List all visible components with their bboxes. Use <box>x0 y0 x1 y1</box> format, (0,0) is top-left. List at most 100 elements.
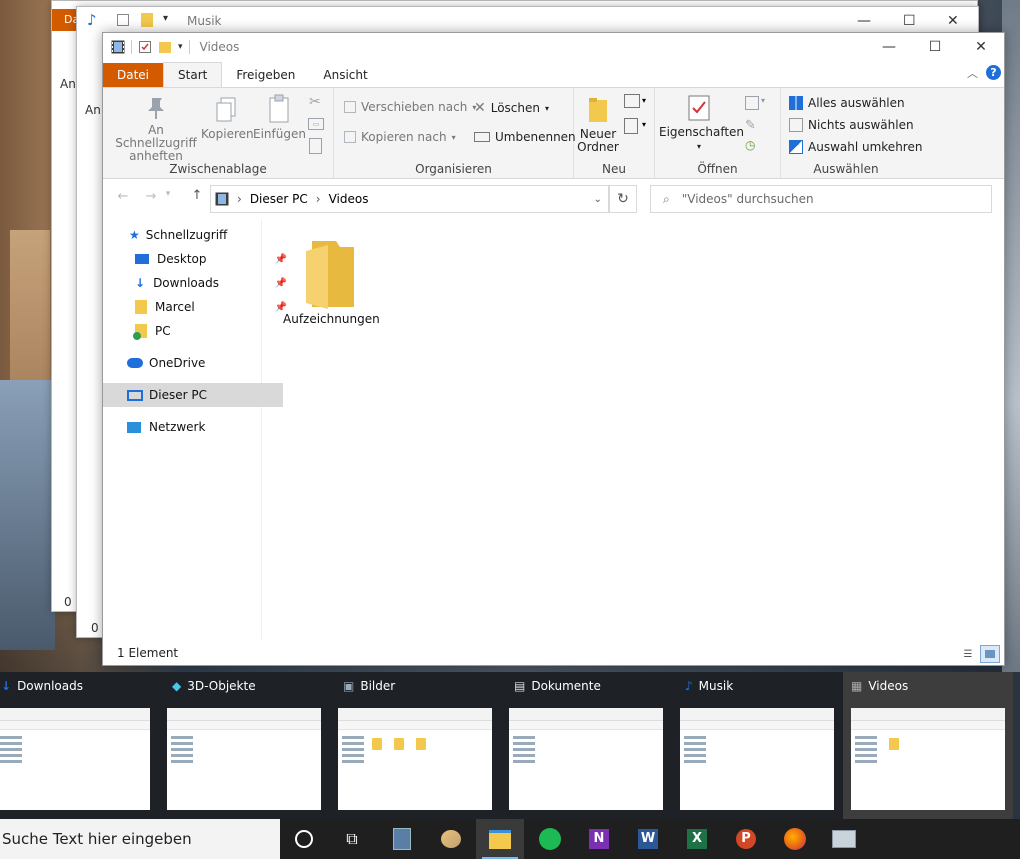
address-bar[interactable]: › Dieser PC › Videos ⌄ <box>210 185 609 213</box>
taskbar-search-input[interactable]: Suche Text hier eingeben <box>0 819 280 859</box>
tab-datei[interactable]: Datei <box>103 63 164 87</box>
taskbar-paint[interactable] <box>427 819 475 859</box>
dropdown-icon[interactable]: ▾ <box>642 120 646 129</box>
download-arrow-icon: ↓ <box>1 679 12 693</box>
properties-icon[interactable] <box>117 14 129 26</box>
back-arrow-icon[interactable]: ← <box>109 189 137 204</box>
refresh-button[interactable]: ↻ <box>609 185 637 213</box>
quick-access-dropdown-icon[interactable]: ▾ <box>163 13 168 24</box>
invert-selection-button[interactable]: Auswahl umkehren <box>789 140 922 154</box>
move-to-label: Verschieben nach <box>361 100 468 114</box>
dropdown-icon: ▾ <box>696 142 701 151</box>
taskbar-remote-desktop[interactable] <box>820 819 868 859</box>
maximize-icon[interactable]: ☐ <box>903 13 916 29</box>
help-icon[interactable]: ? <box>986 65 1001 80</box>
paste-shortcut-icon[interactable] <box>309 138 322 154</box>
taskbar-powerpoint[interactable]: P <box>722 819 770 859</box>
tab-freigeben[interactable]: Freigeben <box>222 63 309 87</box>
close-button[interactable]: ✕ <box>958 33 1004 61</box>
titlebar[interactable]: ▾ Videos — ☐ ✕ <box>103 33 1004 61</box>
minimize-icon[interactable]: — <box>857 13 871 29</box>
properties-button[interactable]: Eigenschaften ▾ <box>659 94 744 153</box>
cloud-icon <box>127 358 143 368</box>
sidebar-label: OneDrive <box>149 356 206 370</box>
taskbar-calculator[interactable] <box>378 819 426 859</box>
copy-button[interactable]: Kopieren <box>201 96 254 141</box>
details-view-button[interactable]: ☰ <box>958 645 978 663</box>
paste-button[interactable]: Einfügen <box>253 94 306 141</box>
quick-access-dropdown-icon[interactable]: ▾ <box>178 42 183 52</box>
thumbnail-preview <box>851 708 1005 810</box>
maximize-icon: ☐ <box>928 39 942 55</box>
taskbar-task-view[interactable]: ⧉ <box>328 819 376 859</box>
minimize-button[interactable]: — <box>866 33 912 61</box>
sidebar-label: Downloads <box>153 276 219 290</box>
select-none-button[interactable]: Nichts auswählen <box>789 118 914 132</box>
large-icons-view-button[interactable] <box>980 645 1000 663</box>
content-area: ★ Schnellzugriff Desktop 📌 ↓ Downloads 📌… <box>103 219 1004 639</box>
film-icon[interactable] <box>111 40 125 54</box>
move-to-button[interactable]: Verschieben nach ▾ <box>344 100 476 114</box>
thumbnail-musik[interactable]: ♪ Musik <box>680 672 850 819</box>
sidebar-item-netzwerk[interactable]: Netzwerk <box>103 415 283 439</box>
search-box[interactable]: ⌕ "Videos" durchsuchen <box>650 185 992 213</box>
close-icon[interactable]: ✕ <box>947 13 959 29</box>
copy-path-icon[interactable]: ▭ <box>308 118 324 130</box>
delete-button[interactable]: ✕ Löschen ▾ <box>474 100 549 116</box>
maximize-button[interactable]: ☐ <box>912 33 958 61</box>
address-dropdown-icon[interactable]: ⌄ <box>594 194 602 205</box>
dropdown-icon[interactable]: ▾ <box>642 96 646 105</box>
sidebar-item-desktop[interactable]: Desktop 📌 <box>103 247 291 271</box>
taskbar-cortana[interactable] <box>280 819 328 859</box>
taskbar-firefox[interactable] <box>771 819 819 859</box>
recent-locations-icon[interactable]: ▾ <box>161 189 175 199</box>
sidebar-item-dieser-pc[interactable]: Dieser PC <box>103 383 283 407</box>
firefox-icon <box>784 828 806 850</box>
taskbar-file-explorer[interactable] <box>476 819 524 859</box>
up-arrow-icon[interactable]: ↑ <box>183 188 211 203</box>
taskbar-word[interactable]: W <box>624 819 672 859</box>
sidebar-item-schnellzugriff[interactable]: ★ Schnellzugriff <box>103 223 285 247</box>
pin-quick-access-button[interactable]: An Schnellzugriff anheften <box>107 96 205 163</box>
explorer-window[interactable]: ▾ Videos — ☐ ✕ Datei Start Freigeben Ans… <box>102 32 1005 666</box>
easy-access-icon[interactable] <box>624 118 638 134</box>
tab-ansicht[interactable]: Ansicht <box>309 63 381 87</box>
new-folder-button[interactable]: Neuer Ordner <box>576 96 620 154</box>
copy-to-button[interactable]: Kopieren nach ▾ <box>344 130 456 144</box>
sidebar-label: Netzwerk <box>149 420 206 434</box>
thumbnail-videos[interactable]: ▦ Videos <box>843 672 1013 819</box>
dropdown-icon[interactable]: ▾ <box>761 96 765 105</box>
breadcrumb-videos[interactable]: Videos <box>329 192 369 206</box>
tab-start[interactable]: Start <box>163 62 223 87</box>
breadcrumb-separator-icon: › <box>237 192 242 206</box>
thumbnail-dokumente[interactable]: ▤ Dokumente <box>509 672 679 819</box>
computer-icon <box>127 389 143 401</box>
properties-label: Eigenschaften <box>659 125 745 139</box>
sidebar-item-marcel[interactable]: Marcel 📌 <box>103 295 291 319</box>
thumbnail-downloads[interactable]: ↓ Downloads <box>0 672 166 819</box>
breadcrumb-dieser-pc[interactable]: Dieser PC <box>250 192 308 206</box>
ribbon-collapse-icon[interactable]: ︿ <box>967 65 978 81</box>
rename-button[interactable]: Umbenennen <box>474 130 576 144</box>
select-all-button[interactable]: Alles auswählen <box>789 96 905 110</box>
status-bar: 1 Element ☰ <box>103 641 1004 665</box>
taskbar-spotify[interactable] <box>526 819 574 859</box>
cut-icon[interactable]: ✂ <box>309 94 321 110</box>
taskbar-excel[interactable]: X <box>673 819 721 859</box>
properties-icon[interactable] <box>138 40 152 54</box>
sidebar-item-downloads[interactable]: ↓ Downloads 📌 <box>103 271 291 295</box>
thumbnail-3d-objekte[interactable]: ◆ 3D-Objekte <box>167 672 337 819</box>
new-folder-icon[interactable] <box>158 40 172 54</box>
taskbar-onenote[interactable]: N <box>575 819 623 859</box>
folder-icon[interactable] <box>141 13 153 27</box>
sidebar-item-onedrive[interactable]: OneDrive <box>103 351 283 375</box>
open-icon[interactable] <box>745 96 759 110</box>
thumbnail-bilder[interactable]: ▣ Bilder <box>338 672 508 819</box>
cube-icon: ◆ <box>172 679 182 693</box>
folder-item[interactable]: Aufzeichnungen <box>283 237 380 326</box>
history-icon[interactable]: ◷ <box>745 138 755 152</box>
edit-icon[interactable]: ✎ <box>745 118 756 133</box>
sidebar-item-pc[interactable]: PC <box>103 319 291 343</box>
back-titlebar[interactable]: ♪ ▾ Musik — ☐ ✕ <box>77 7 978 35</box>
new-item-icon[interactable] <box>624 94 640 108</box>
